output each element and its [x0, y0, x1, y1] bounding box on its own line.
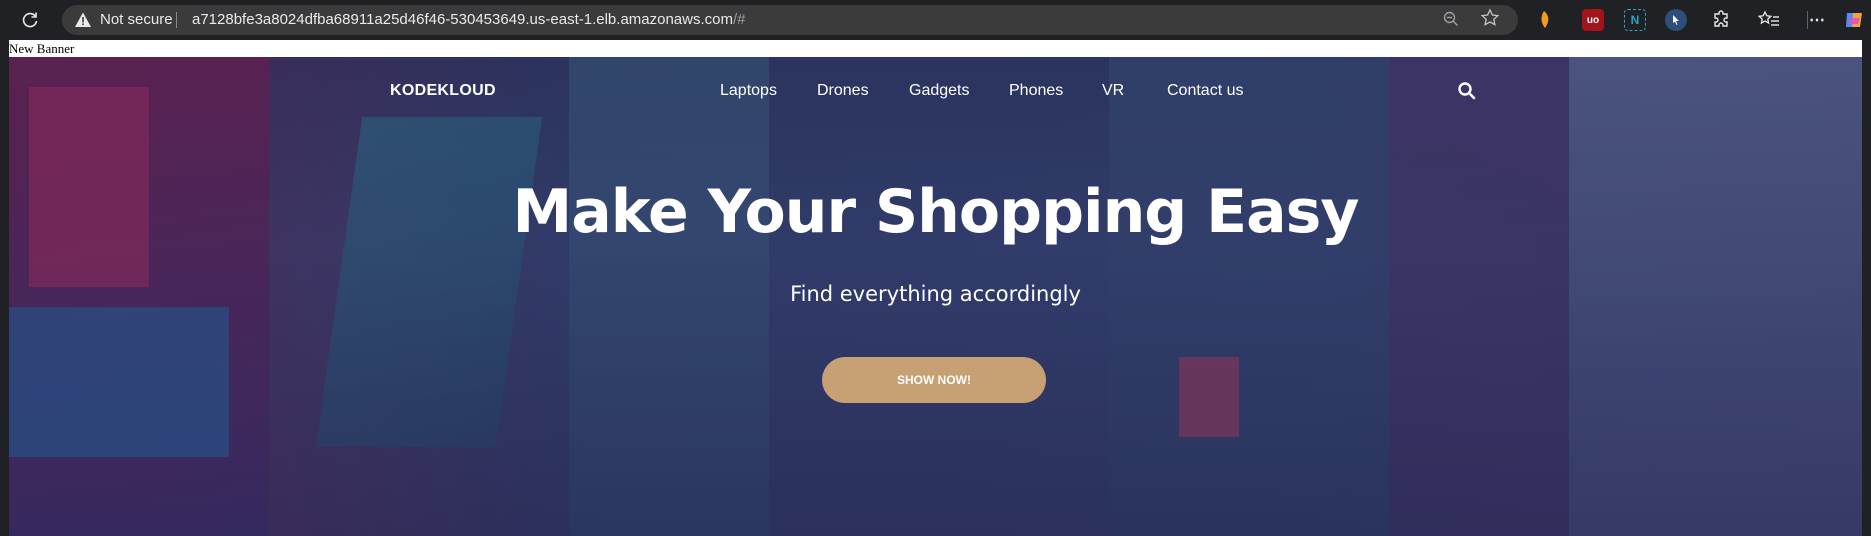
- address-separator: [176, 12, 177, 28]
- url-text[interactable]: a7128bfe3a8024dfba68911a25d46f46-5304536…: [192, 11, 746, 28]
- zoom-out-icon[interactable]: [1442, 10, 1460, 32]
- warning-icon[interactable]: [74, 11, 92, 29]
- extension-n-icon[interactable]: N: [1624, 9, 1646, 31]
- address-bar[interactable]: Not secure a7128bfe3a8024dfba68911a25d46…: [62, 5, 1518, 35]
- more-icon[interactable]: ⋯: [1806, 9, 1828, 31]
- nav-item-gadgets[interactable]: Gadgets: [909, 82, 969, 100]
- copilot-icon[interactable]: [1843, 9, 1865, 31]
- refresh-icon[interactable]: [17, 7, 43, 33]
- hero-section: KODEKLOUD Laptops Drones Gadgets Phones …: [9, 57, 1862, 536]
- favorites-list-icon[interactable]: [1758, 9, 1780, 31]
- favorite-star-icon[interactable]: [1480, 8, 1500, 34]
- ublock-icon[interactable]: uo: [1582, 9, 1604, 31]
- nav-item-laptops[interactable]: Laptops: [720, 82, 777, 100]
- extension-orange-icon[interactable]: [1533, 9, 1555, 31]
- puzzle-icon[interactable]: [1710, 9, 1732, 31]
- hero-headline: Make Your Shopping Easy: [512, 177, 1360, 247]
- url-suffix: /#: [732, 11, 746, 28]
- nav-item-vr[interactable]: VR: [1102, 82, 1124, 100]
- search-icon[interactable]: [1457, 81, 1477, 101]
- browser-toolbar: Not secure a7128bfe3a8024dfba68911a25d46…: [0, 0, 1871, 40]
- url-main: a7128bfe3a8024dfba68911a25d46f46-5304536…: [192, 11, 733, 28]
- show-now-button[interactable]: SHOW NOW!: [822, 357, 1046, 403]
- hero-subheadline: Find everything accordingly: [790, 282, 1081, 306]
- security-label[interactable]: Not secure: [100, 11, 173, 28]
- page-scrollbar[interactable]: [1862, 40, 1871, 536]
- window-left-edge: [0, 40, 9, 536]
- nav-item-phones[interactable]: Phones: [1009, 82, 1063, 100]
- nav-item-contact-us[interactable]: Contact us: [1167, 82, 1243, 100]
- site-logo[interactable]: KODEKLOUD: [390, 82, 496, 100]
- extension-cursor-icon[interactable]: [1665, 9, 1687, 31]
- banner-text: New Banner: [9, 41, 75, 56]
- web-page: New Banner KODEKLOUD Laptops Drones Gadg…: [9, 40, 1862, 536]
- nav-item-drones[interactable]: Drones: [817, 82, 869, 100]
